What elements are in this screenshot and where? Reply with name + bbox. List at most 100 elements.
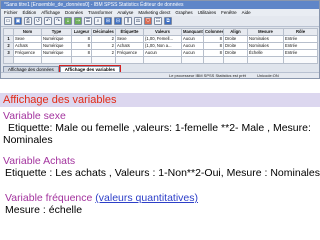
table-cell[interactable]: Aucun [181,35,204,43]
empty-cell[interactable] [115,56,144,64]
table-cell[interactable]: 8 [203,35,224,43]
empty-cell[interactable] [41,56,72,64]
table-cell[interactable]: Fréquence [13,49,42,57]
empty-cell[interactable] [71,56,92,64]
menu-item-10[interactable]: Aide [242,9,251,16]
table-cell[interactable]: {1,00, Femell... [143,35,182,43]
column-header[interactable]: Mesure [247,28,284,36]
redo-icon[interactable]: ↷ [54,17,62,25]
empty-cell[interactable] [283,56,318,64]
table-cell[interactable]: Aucun [181,42,204,50]
table-cell[interactable]: Droite [223,42,248,50]
variable-grid: Nom Type Largeur Décimales Étiquette Valeurs M… [3,28,318,64]
dialog-recall-icon[interactable]: ↺ [34,17,42,25]
table-cell[interactable]: Achats [13,42,42,50]
menu-item-5[interactable]: Analyse [117,9,133,16]
quantitative-link[interactable]: (valeurs quantitatives) [95,192,198,204]
undo-icon[interactable]: ↶ [44,17,52,25]
column-header[interactable]: Décimales [91,28,116,36]
processor-status: Le processeur IBM SPSS Statistics est pr… [169,73,246,78]
row-number[interactable]: 1 [3,35,14,43]
frequence-title: Variable fréquence [5,192,93,204]
window-title: *Sans titre1 [Ensemble_de_données0] - IB… [1,1,319,9]
table-cell[interactable]: Numérique [41,49,72,57]
sexe-title: Variable sexe [3,110,66,122]
open-folder-icon[interactable]: ▭ [4,17,12,25]
column-header[interactable]: Nom [13,28,42,36]
empty-cell[interactable] [143,56,182,64]
menu-item-8[interactable]: Utilitaires [198,9,217,16]
goto-case-icon[interactable]: ⇣ [64,17,72,25]
select-cases-icon[interactable]: ⛉ [144,17,152,25]
menu-item-3[interactable]: Données [65,9,83,16]
empty-cell[interactable] [247,56,284,64]
insert-cases-icon[interactable]: ⊞ [104,17,112,25]
column-header[interactable]: Largeur [71,28,92,36]
column-header[interactable]: Étiquette [115,28,144,36]
table-cell[interactable]: Aucun [143,49,182,57]
table-cell[interactable]: Échelle [247,49,284,57]
grid-header-row: Nom Type Largeur Décimales Étiquette Valeurs M… [3,28,318,36]
table-cell[interactable]: Achats [115,42,144,50]
column-header[interactable]: Valeurs [143,28,182,36]
menu-item-2[interactable]: Affichage [41,9,60,16]
empty-cell[interactable] [91,56,116,64]
table-cell[interactable]: Sexe [13,35,42,43]
row-number[interactable]: 3 [3,49,14,57]
column-header[interactable]: Colonnes [203,28,224,36]
table-cell[interactable]: Numérique [41,42,72,50]
table-cell[interactable]: Entrée [283,35,318,43]
value-labels-icon[interactable]: ☷ [154,17,162,25]
find-icon[interactable]: ⌕ [94,17,102,25]
menu-item-4[interactable]: Transformer [88,9,112,16]
save-icon[interactable]: ▣ [14,17,22,25]
table-cell[interactable]: {1,00, Non a... [143,42,182,50]
table-cell[interactable]: 2 [91,35,116,43]
table-cell[interactable]: 8 [71,42,92,50]
achats-description: Etiquette : Les achats , Valeurs : 1-Non… [5,167,320,179]
table-cell[interactable]: Entrée [283,42,318,50]
empty-cell[interactable] [13,56,42,64]
variables-icon[interactable]: ☰ [84,17,92,25]
menu-item-1[interactable]: Édition [23,9,37,16]
empty-cell[interactable] [3,56,14,64]
column-header[interactable] [3,28,14,36]
goto-variable-icon[interactable]: ⇢ [74,17,82,25]
empty-cell[interactable] [203,56,224,64]
table-cell[interactable]: Droite [223,49,248,57]
empty-row [3,56,318,64]
weight-cases-icon[interactable]: ⚖ [134,17,142,25]
slide-heading: Affichage des variables [0,93,320,107]
column-header[interactable]: Rôle [283,28,318,36]
column-header[interactable]: Align [223,28,248,36]
column-header[interactable]: Type [41,28,72,36]
empty-cell[interactable] [181,56,204,64]
table-cell[interactable]: Numérique [41,35,72,43]
frequence-description: Mesure : échelle [5,204,83,216]
table-cell[interactable]: Aucun [181,49,204,57]
table-cell[interactable]: 8 [203,49,224,57]
empty-cell[interactable] [223,56,248,64]
table-cell[interactable]: Fréquence [115,49,144,57]
row-number[interactable]: 2 [3,42,14,50]
insert-variable-icon[interactable]: ⊟ [114,17,122,25]
table-cell[interactable]: 2 [91,42,116,50]
sexe-description: Etiquette: Male ou femelle ,valeurs: 1-f… [8,122,311,134]
table-cell[interactable]: Droite [223,35,248,43]
table-cell[interactable]: Entrée [283,49,318,57]
table-cell[interactable]: 8 [203,42,224,50]
print-icon[interactable]: ⎙ [24,17,32,25]
menu-item-9[interactable]: Fenêtre [221,9,237,16]
use-sets-icon[interactable]: ⧉ [164,17,172,25]
table-cell[interactable]: Sexe [115,35,144,43]
table-cell[interactable]: 2 [91,49,116,57]
table-cell[interactable]: Nominales [247,35,284,43]
table-cell[interactable]: 8 [71,35,92,43]
column-header[interactable]: Manquant [181,28,204,36]
menu-item-7[interactable]: Graphes [175,9,192,16]
menu-item-6[interactable]: Marketing direct [138,9,170,16]
split-file-icon[interactable]: ⫼ [124,17,132,25]
table-cell[interactable]: Nominales [247,42,284,50]
table-cell[interactable]: 8 [71,49,92,57]
menu-item-0[interactable]: Fichier [4,9,18,16]
